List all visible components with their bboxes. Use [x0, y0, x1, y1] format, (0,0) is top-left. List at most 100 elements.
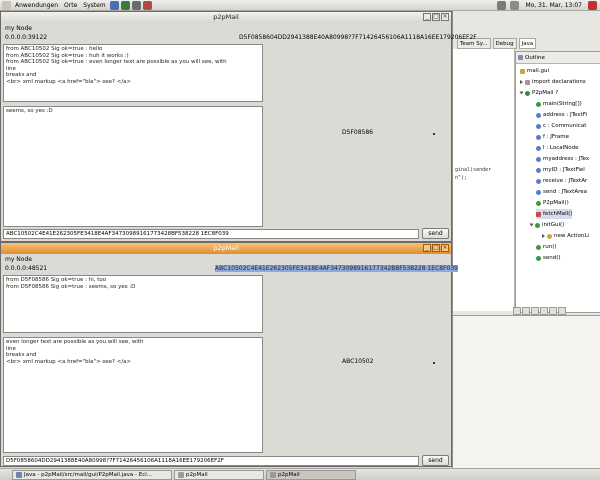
toolbar-button[interactable] — [531, 307, 539, 315]
window-title: p2pMail — [213, 244, 239, 252]
window-title: p2pMail — [213, 13, 239, 21]
my-node-label: my Node — [5, 25, 32, 32]
outline-item[interactable]: mail.gui — [520, 66, 549, 76]
window-titlebar[interactable]: p2pMail _ □ × — [1, 12, 451, 23]
power-icon[interactable] — [588, 1, 597, 10]
toolbar-button[interactable] — [513, 307, 521, 315]
outline-item[interactable]: myID : JTextFiel — [536, 165, 585, 175]
p2pmail-window-2: p2pMail _ □ × my Node 0.0.0.0:48521 ABC1… — [0, 242, 458, 467]
field-icon — [536, 167, 541, 173]
class-icon — [525, 90, 530, 96]
address-field[interactable]: D5F0858604DD2941388E40A80998?7F714264561… — [3, 456, 419, 466]
import-icon — [525, 79, 530, 85]
send-button[interactable]: send — [422, 455, 449, 466]
menu-places[interactable]: Orte — [61, 2, 80, 9]
outline-item[interactable]: run() — [536, 242, 557, 252]
address-field[interactable]: ABC10502C4E41E262305FE3418E4AF3473098916… — [3, 229, 419, 239]
outline-item[interactable]: P2pMail ? — [519, 88, 558, 98]
outline-view-icon — [518, 55, 523, 60]
field-icon — [536, 112, 541, 118]
eclipse-lower-panel — [453, 315, 600, 468]
help-launcher-icon[interactable] — [142, 0, 152, 10]
compose-area[interactable]: even longer text are possible as you wil… — [3, 337, 263, 453]
public-method-icon — [535, 222, 540, 228]
code-editor[interactable]: ginal(sender n"); — [453, 49, 515, 311]
outline-item[interactable]: import declarations — [520, 77, 586, 87]
java-window-icon — [178, 471, 184, 478]
collapse-icon[interactable] — [519, 91, 524, 95]
maximize-icon[interactable]: □ — [432, 13, 440, 21]
private-method-icon — [536, 211, 541, 217]
perspective-debug[interactable]: Debug — [492, 38, 517, 49]
terminal-launcher-icon[interactable] — [131, 0, 141, 10]
node-ip: 0.0.0.0:48521 — [5, 265, 48, 272]
volume-icon[interactable] — [510, 1, 520, 10]
outline-item[interactable]: myaddress : JTex — [536, 154, 589, 164]
toolbar-button[interactable] — [549, 307, 557, 315]
outline-item-selected[interactable]: fetchMail() — [536, 209, 573, 219]
field-icon — [536, 178, 541, 184]
taskbar: Java - p2pMail/src/mail/gui/P2pMail.java… — [0, 468, 600, 480]
close-icon[interactable]: × — [441, 13, 449, 21]
outline-item[interactable]: f : JFrame — [536, 132, 569, 142]
outline-header: Outline — [516, 52, 600, 64]
field-icon — [536, 189, 541, 195]
expand-icon[interactable] — [542, 234, 545, 238]
menu-system[interactable]: System — [80, 2, 108, 9]
gnome-foot-icon[interactable] — [2, 0, 11, 10]
java-window-icon — [270, 471, 276, 478]
collapse-icon[interactable] — [529, 223, 534, 227]
node-ip: 0.0.0.0:39122 — [5, 34, 48, 41]
close-icon[interactable]: × — [441, 244, 449, 252]
outline-item[interactable]: initGui() — [529, 220, 564, 230]
recipient-label: D5F08586 — [342, 129, 373, 136]
outline-item[interactable]: send : JTextArea — [536, 187, 587, 197]
anonymous-class-icon — [547, 233, 552, 239]
minimize-icon[interactable]: _ — [423, 244, 431, 252]
inbox-area[interactable]: from D5F08586 Sig ok=true : hi, too from… — [3, 275, 263, 333]
browser-launcher-icon[interactable] — [109, 0, 119, 10]
task-p2pmail-1[interactable]: p2pMail — [174, 469, 264, 480]
inbox-line: from D5F08586 Sig ok=true : seems, so ye… — [6, 283, 136, 290]
perspective-java[interactable]: Java — [518, 38, 537, 49]
window-titlebar[interactable]: p2pMail _ □ × — [1, 243, 451, 254]
network-icon[interactable] — [497, 1, 507, 10]
outline-item[interactable]: l : LocalNode — [536, 143, 579, 153]
minimize-icon[interactable]: _ — [423, 13, 431, 21]
public-method-icon — [536, 101, 541, 107]
toolbar-button[interactable] — [540, 307, 548, 315]
node-id: D5F0858604DD2941388E40A80998?7F714264561… — [239, 34, 477, 41]
my-node-label: my Node — [5, 256, 32, 263]
outline-item[interactable]: new ActionLi — [542, 231, 589, 241]
maximize-icon[interactable]: □ — [432, 244, 440, 252]
outline-item[interactable]: address : JTextFi — [536, 110, 587, 120]
compose-area[interactable]: seems, so yes :D — [3, 106, 263, 227]
status-dot — [433, 362, 435, 364]
menu-applications[interactable]: Anwendungen — [12, 2, 61, 9]
expand-icon[interactable] — [520, 80, 523, 84]
inbox-area[interactable]: from ABC10502 Sig ok=true : hello from A… — [3, 44, 263, 102]
status-dot — [433, 133, 435, 135]
public-method-icon — [536, 244, 541, 250]
constructor-icon — [536, 200, 541, 206]
code-line: ginal(sender — [455, 167, 492, 173]
send-button[interactable]: send — [422, 228, 449, 239]
outline-item[interactable]: c : Communicat — [536, 121, 586, 131]
outline-item[interactable]: main(String[]) — [536, 99, 582, 109]
outline-item[interactable]: P2pMail() — [536, 198, 569, 208]
outline-item[interactable]: receive : JTextAr — [536, 176, 587, 186]
outline-item[interactable]: send() — [536, 253, 561, 263]
mail-launcher-icon[interactable] — [120, 0, 130, 10]
task-p2pmail-2[interactable]: p2pMail — [266, 469, 356, 480]
toolbar-button[interactable] — [558, 307, 566, 315]
panel-clock[interactable]: Mo, 31. Mar, 13:07 — [522, 2, 585, 9]
field-icon — [536, 123, 541, 129]
inbox-line: <br> xml markup <a href="bla"> see? </a> — [6, 78, 132, 85]
eclipse-window: Team Sy... Debug Java ginal(sender n"); … — [452, 11, 600, 468]
toolbar-button[interactable] — [522, 307, 530, 315]
top-panel: Anwendungen Orte System Mo, 31. Mar, 13:… — [0, 0, 600, 11]
node-id-selected[interactable]: ABC10502C4E41E262305FE3418E4AF3473098916… — [215, 265, 458, 272]
public-method-icon — [536, 255, 541, 261]
p2pmail-window-1: p2pMail _ □ × my Node 0.0.0.0:39122 D5F0… — [0, 11, 477, 242]
task-eclipse[interactable]: Java - p2pMail/src/mail/gui/P2pMail.java… — [12, 469, 172, 480]
